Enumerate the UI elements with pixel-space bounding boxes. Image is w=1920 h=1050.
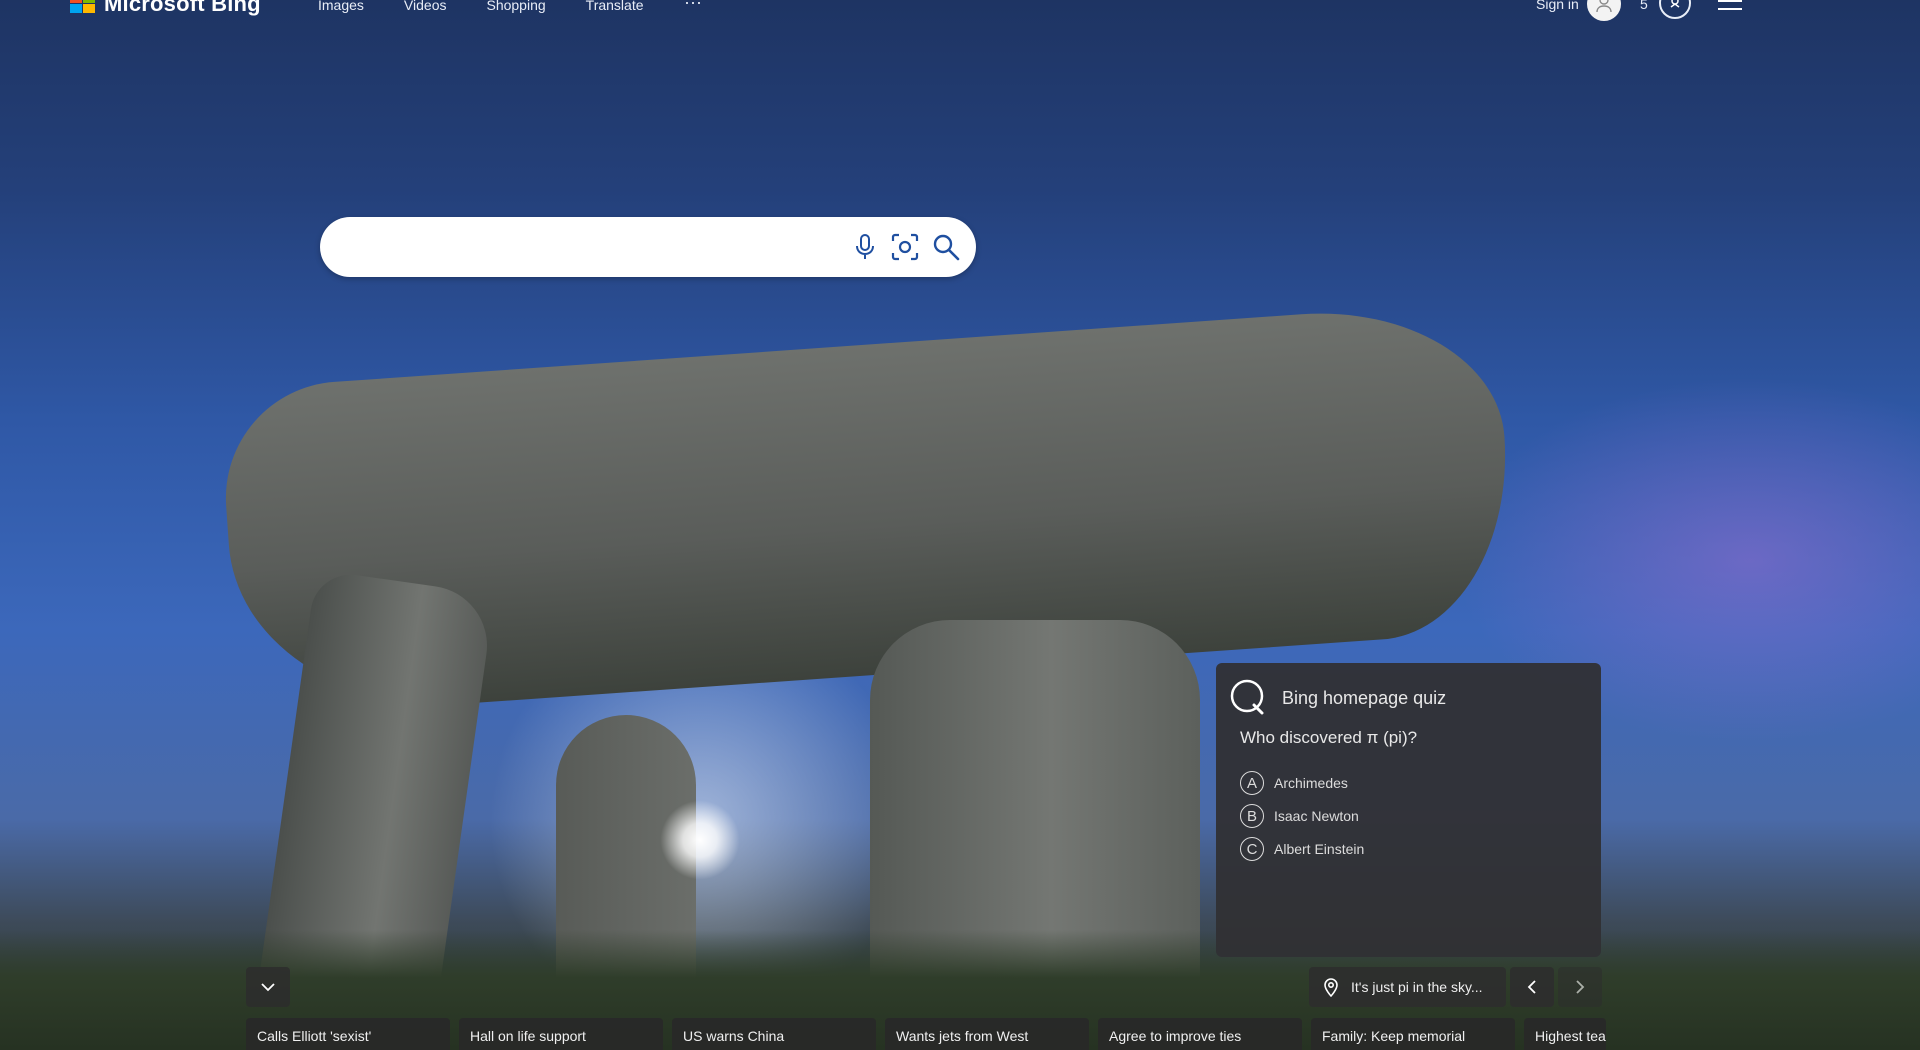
quiz-option-b[interactable]: B Isaac Newton	[1240, 804, 1359, 828]
previous-image-button[interactable]	[1510, 967, 1554, 1007]
news-item[interactable]: Family: Keep memorial	[1311, 1018, 1515, 1050]
rewards-count: 5	[1640, 0, 1648, 12]
avatar-icon[interactable]	[1587, 0, 1621, 21]
collapse-feed-button[interactable]	[246, 967, 290, 1007]
nav-videos[interactable]: Videos	[404, 0, 447, 13]
news-ticker: Calls Elliott 'sexist' Hall on life supp…	[246, 1018, 1606, 1050]
top-nav: Images Videos Shopping Translate	[318, 0, 644, 13]
news-item[interactable]: Wants jets from West	[885, 1018, 1089, 1050]
option-letter: B	[1240, 804, 1264, 828]
search-icon[interactable]	[931, 232, 961, 262]
option-letter: A	[1240, 771, 1264, 795]
hamburger-menu-icon[interactable]	[1718, 0, 1742, 16]
rewards-icon[interactable]	[1659, 0, 1691, 19]
visual-search-icon[interactable]	[890, 232, 920, 262]
sign-in-link[interactable]: Sign in	[1536, 0, 1579, 12]
sunburst	[660, 800, 740, 880]
microphone-icon[interactable]	[850, 232, 880, 262]
nav-shopping[interactable]: Shopping	[486, 0, 545, 13]
bing-logo[interactable]: Microsoft Bing	[70, 0, 261, 16]
quiz-title: Bing homepage quiz	[1282, 688, 1447, 708]
news-item[interactable]: Calls Elliott 'sexist'	[246, 1018, 450, 1050]
option-letter: C	[1240, 837, 1264, 861]
option-text: Isaac Newton	[1274, 808, 1359, 824]
search-input[interactable]	[348, 229, 852, 267]
quiz-question: Who discovered π (pi)?	[1240, 728, 1418, 747]
location-pin-icon	[1324, 978, 1338, 997]
homepage-quiz-card[interactable]: Bing homepage quiz Who discovered π (pi)…	[1216, 663, 1601, 957]
more-menu-button[interactable]: ···	[684, 0, 702, 13]
chevron-left-icon	[1527, 980, 1536, 994]
chevron-right-icon	[1576, 980, 1585, 994]
logo-text: Microsoft Bing	[104, 0, 261, 16]
microsoft-logo-icon	[70, 0, 96, 14]
option-text: Archimedes	[1274, 775, 1348, 791]
quiz-option-c[interactable]: C Albert Einstein	[1240, 837, 1364, 861]
chevron-down-icon	[261, 983, 275, 992]
image-info-button[interactable]: It's just pi in the sky...	[1309, 967, 1506, 1007]
image-caption: It's just pi in the sky...	[1351, 979, 1483, 995]
news-item[interactable]: Agree to improve ties	[1098, 1018, 1302, 1050]
top-header: Microsoft Bing Images Videos Shopping Tr…	[0, 0, 1920, 24]
next-image-button[interactable]	[1558, 967, 1602, 1007]
option-text: Albert Einstein	[1274, 841, 1365, 857]
news-item[interactable]: Highest tea	[1524, 1018, 1606, 1050]
news-item[interactable]: Hall on life support	[459, 1018, 663, 1050]
quiz-icon	[1230, 679, 1264, 715]
search-box	[320, 217, 976, 277]
nav-images[interactable]: Images	[318, 0, 364, 13]
background-image	[0, 0, 1920, 1050]
quiz-option-a[interactable]: A Archimedes	[1240, 771, 1348, 795]
nav-translate[interactable]: Translate	[586, 0, 644, 13]
news-item[interactable]: US warns China	[672, 1018, 876, 1050]
